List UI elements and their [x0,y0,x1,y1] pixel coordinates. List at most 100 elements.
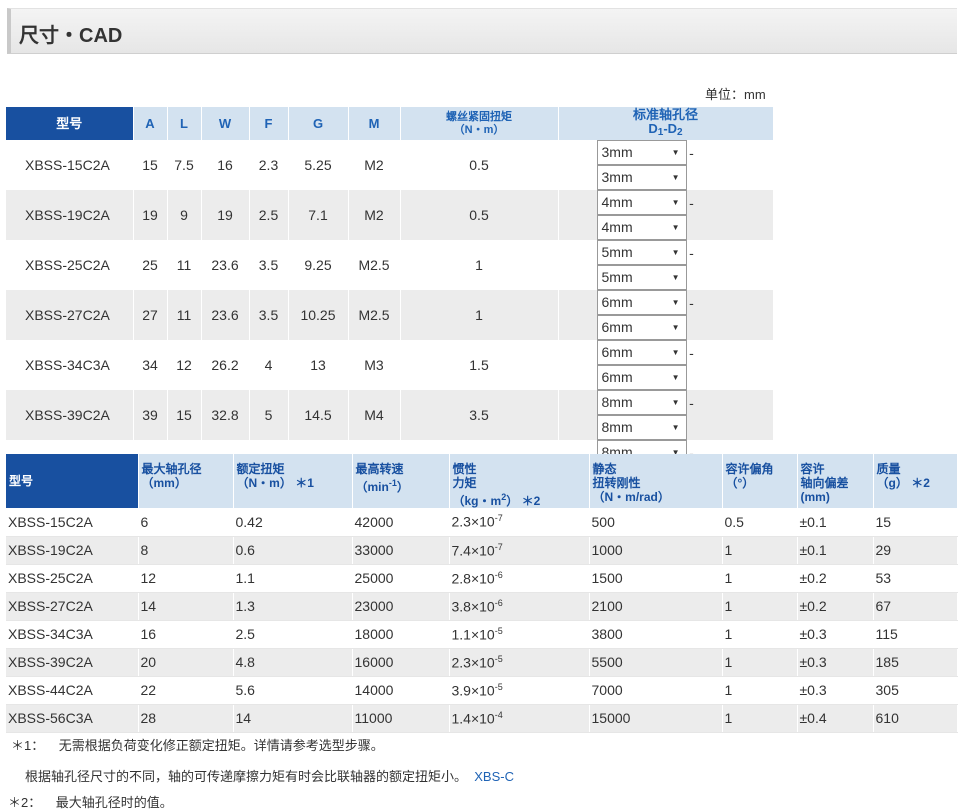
col-header-angular: 容许偏角 （°） [722,454,798,508]
d1-select[interactable]: 6mm ▼ [596,290,687,315]
cell-w: 32.8 [201,390,250,440]
table-row: XBSS-25C2A 25 11 23.6 3.5 9.25 M2.5 1 5mm ▼ -5mm ▼ [6,240,774,290]
cell-w: 16 [201,140,250,190]
cell-angular: 1 [722,648,798,677]
dropdown-arrow-icon: ▼ [671,223,680,232]
cell-inertia: 2.3×10-5 [449,648,590,677]
cell-stiffness: 2100 [589,592,723,621]
cell-inertia: 1.4×10-4 [449,704,590,733]
cell-angular: 0.5 [722,508,798,537]
d1-select[interactable]: 4mm ▼ [596,190,687,215]
cell-mass: 29 [873,536,958,565]
cell-model: XBSS-19C2A [6,536,139,565]
separator: - [689,144,694,161]
table-row: XBSS-34C3A 34 12 26.2 4 13 M3 1.5 6mm ▼ -6mm ▼ [6,340,774,390]
cell-rated-torque: 4.8 [233,648,353,677]
torque-header-line2: （N・m） [453,123,505,136]
col-header-l: L [167,107,202,140]
cell-l: 12 [167,340,202,390]
cell-inertia: 3.8×10-6 [449,592,590,621]
cell-l: 7.5 [167,140,202,190]
cell-model: XBSS-39C2A [6,648,139,677]
d2-select[interactable]: 6mm ▼ [596,365,687,390]
cell-l: 11 [167,290,202,340]
unit-label: 单位：mm [705,87,766,102]
col-header-mass: 质量 （g） ＊2 [873,454,958,508]
cell-mass: 67 [873,592,958,621]
cell-mass: 185 [873,648,958,677]
dropdown-arrow-icon: ▼ [671,198,680,207]
d1-select[interactable]: 8mm ▼ [596,390,687,415]
col-header-a: A [133,107,168,140]
cell-shaft-diameter: 6mm ▼ -6mm ▼ [558,340,774,390]
xbs-c-link[interactable]: XBS-C [474,769,514,784]
cell-mass: 15 [873,508,958,537]
cell-torque: 0.5 [400,190,559,240]
cell-angular: 1 [722,564,798,593]
shaft-header-line1: 标准轴孔径 [632,106,698,122]
cell-max-speed: 42000 [352,508,450,537]
footnote-mark: ＊1： [11,738,45,753]
separator: - [689,394,694,411]
cell-m: M2.5 [348,240,401,290]
cell-w: 23.6 [201,240,250,290]
dropdown-arrow-icon: ▼ [671,323,680,332]
cell-model: XBSS-44C2A [6,676,139,705]
cell-mass: 305 [873,676,958,705]
cell-g: 10.25 [288,290,349,340]
cell-angular: 1 [722,536,798,565]
cell-f: 4 [249,340,289,390]
cell-f: 5 [249,390,289,440]
table-row: XBSS-25C2A 12 1.1 25000 2.8×10-6 1500 1 ±0.2 53 [6,564,958,593]
cell-parallel: ±0.1 [797,508,874,537]
footnote-text: 最大轴孔径时的值。 [55,795,173,810]
cell-stiffness: 1000 [589,536,723,565]
d2-select[interactable]: 3mm ▼ [596,165,687,190]
cell-model: XBSS-27C2A [6,290,134,340]
cell-f: 3.5 [249,240,289,290]
cell-mass: 610 [873,704,958,733]
d2-select[interactable]: 6mm ▼ [596,315,687,340]
table-row: XBSS-27C2A 14 1.3 23000 3.8×10-6 2100 1 ±0.2 67 [6,592,958,621]
footnote-text: 无需根据负荷变化修正额定扭矩。详情请参考选型步骤。 [58,738,384,753]
dropdown-arrow-icon: ▼ [671,273,680,282]
cell-rated-torque: 14 [233,704,353,733]
col-header-max-speed: 最高转速 （min-1） [352,454,450,508]
cell-f: 2.5 [249,190,289,240]
d1-select[interactable]: 6mm ▼ [596,340,687,365]
footnote-1b: 根据轴孔径尺寸的不同，轴的可传递摩擦力矩有时会比联轴器的额定扭矩小。 XBS-C [25,766,514,785]
cell-max-bore: 22 [138,676,234,705]
cell-model: XBSS-27C2A [6,592,139,621]
page-title: 尺寸・CAD [19,25,123,47]
col-header-inertia: 惯性 力矩 （kg・m2） ＊2 [449,454,590,508]
col-header-model: 型号 [6,454,139,508]
dropdown-arrow-icon: ▼ [671,348,680,357]
cell-m: M2 [348,190,401,240]
cell-g: 14.5 [288,390,349,440]
table-row: XBSS-19C2A 19 9 19 2.5 7.1 M2 0.5 4mm ▼ -4mm ▼ [6,190,774,240]
cell-torque: 1.5 [400,340,559,390]
cell-l: 11 [167,240,202,290]
d1-select[interactable]: 3mm ▼ [596,140,687,165]
footnote-1: ＊1： 无需根据负荷变化修正额定扭矩。详情请参考选型步骤。 [11,735,384,754]
d2-select[interactable]: 4mm ▼ [596,215,687,240]
cell-stiffness: 1500 [589,564,723,593]
cell-max-speed: 14000 [352,676,450,705]
cell-rated-torque: 0.42 [233,508,353,537]
footnote-text: 根据轴孔径尺寸的不同，轴的可传递摩擦力矩有时会比联轴器的额定扭矩小。 [25,769,468,784]
table-row: XBSS-56C3A 28 14 11000 1.4×10-4 15000 1 ±0.4 610 [6,704,958,733]
d2-select[interactable]: 5mm ▼ [596,265,687,290]
table-row: XBSS-39C2A 20 4.8 16000 2.3×10-5 5500 1 ±0.3 185 [6,648,958,677]
d2-select[interactable]: 8mm▼ [596,415,687,440]
cell-shaft-diameter: 8mm▼-8mm▼ [558,390,774,440]
col-header-m: M [348,107,401,140]
cell-max-speed: 11000 [352,704,450,733]
table-row: XBSS-34C3A 16 2.5 18000 1.1×10-5 3800 1 ±0.3 115 [6,620,958,649]
cell-a: 34 [133,340,168,390]
col-header-shaft: 标准轴孔径 D1-D2 [558,106,774,140]
cell-max-speed: 25000 [352,564,450,593]
d1-select[interactable]: 5mm ▼ [596,240,687,265]
cell-stiffness: 500 [589,508,723,537]
table-row: XBSS-15C2A 6 0.42 42000 2.3×10-7 500 0.5 ±0.1 15 [6,508,958,537]
cell-w: 23.6 [201,290,250,340]
